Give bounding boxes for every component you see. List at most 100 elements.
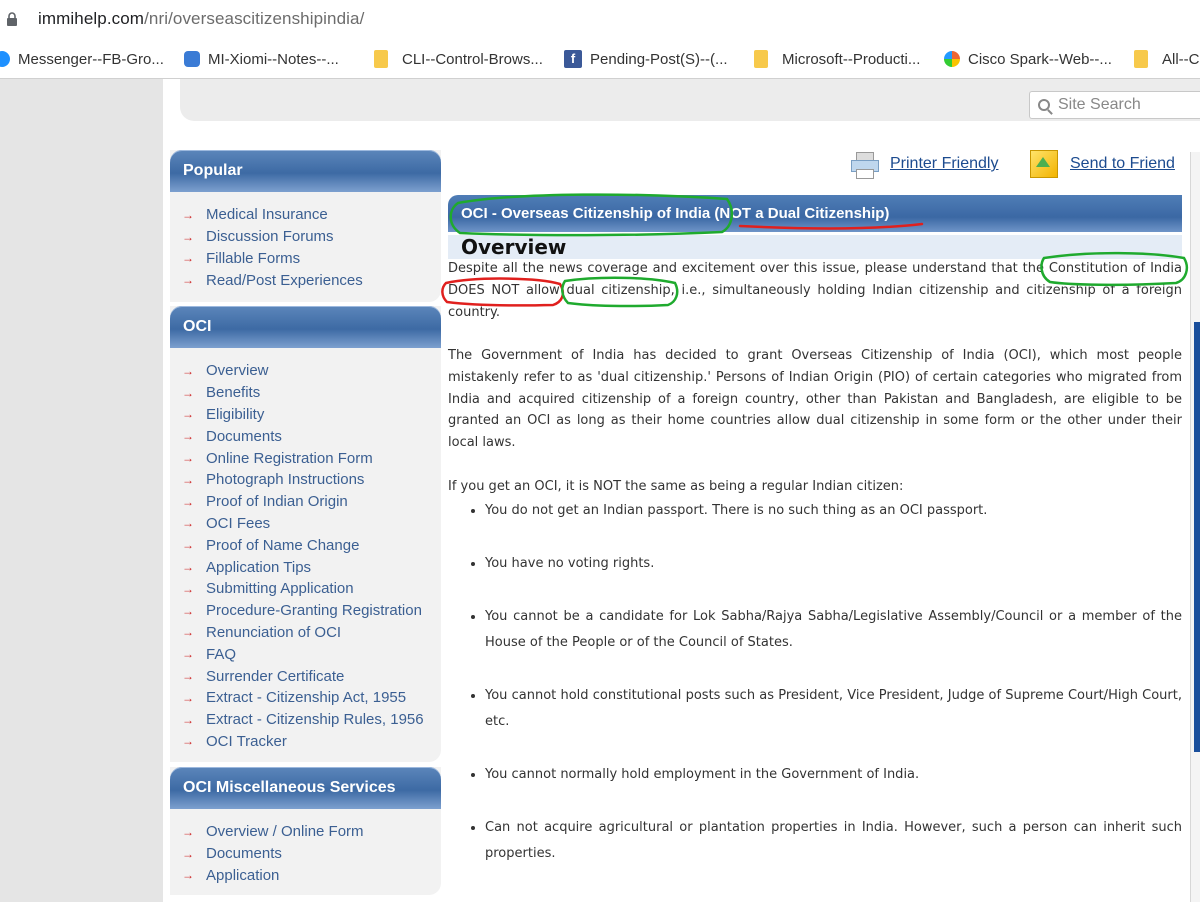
arrow-icon: → (182, 690, 194, 705)
sidebar-item-faq[interactable]: → FAQ (170, 643, 441, 665)
site-search-input[interactable]: Site Search (1029, 91, 1200, 119)
sidebar-item-online-registration-form[interactable]: → Online Registration Form (170, 447, 441, 469)
p1-text: Despite all the news coverage and excite… (448, 261, 1044, 276)
bookmark-all[interactable]: All--C (1134, 40, 1200, 78)
sidebar-item-label: Overview / Online Form (206, 823, 364, 841)
list-item: You cannot normally hold employment in t… (485, 762, 1182, 788)
sidebar-item-benefits[interactable]: → Benefits (170, 382, 441, 404)
sidebar-item-label: Submitting Application (206, 580, 354, 598)
sidebar-item-label: Proof of Name Change (206, 536, 360, 554)
sidebar-item-label: Eligibility (206, 405, 265, 423)
sidebar-item-label: Discussion Forums (206, 228, 334, 246)
arrow-icon: → (182, 207, 194, 222)
sidebar-item-procedure-granting-registration[interactable]: → Procedure-Granting Registration (170, 600, 441, 622)
sidebar-item-fillable-forms[interactable]: → Fillable Forms (170, 248, 441, 270)
sidebar-item-misc-overview-online-form[interactable]: → Overview / Online Form (170, 821, 441, 843)
facebook-icon: f (564, 50, 582, 68)
arrow-icon: → (182, 734, 194, 749)
sidebar-item-surrender-certificate[interactable]: → Surrender Certificate (170, 665, 441, 687)
arrow-icon: → (182, 273, 194, 288)
arrow-icon: → (182, 868, 194, 883)
sidebar-item-label: Online Registration Form (206, 449, 373, 467)
send-to-friend-link[interactable]: Send to Friend (1030, 150, 1175, 178)
url-host: immihelp.com (38, 9, 145, 28)
sidebar-item-misc-application[interactable]: → Application (170, 865, 441, 887)
sidebar-item-application-tips[interactable]: → Application Tips (170, 556, 441, 578)
list-item: You do not get an Indian passport. There… (485, 498, 1182, 524)
url-path: /nri/overseascitizenshipindia/ (144, 9, 365, 28)
arrow-icon: → (182, 824, 194, 839)
sidebar-item-label: Documents (206, 845, 282, 863)
lock-icon (7, 12, 17, 26)
bookmark-messenger[interactable]: Messenger--FB-Gro... (0, 40, 164, 78)
messenger-icon (0, 51, 10, 67)
bookmark-cisco-spark[interactable]: Cisco Spark--Web--... (944, 40, 1112, 78)
sidebar-item-label: OCI Tracker (206, 732, 287, 750)
sidebar-item-label: Renunciation of OCI (206, 623, 342, 641)
bookmark-label: Pending-Post(S)--(... (590, 50, 728, 68)
right-edge-accent (1194, 322, 1200, 752)
sidebar-item-photograph-instructions[interactable]: → Photograph Instructions (170, 469, 441, 491)
sidebar-item-label: FAQ (206, 645, 237, 663)
sidebar-item-oci-tracker[interactable]: → OCI Tracker (170, 731, 441, 753)
arrow-icon: → (182, 363, 194, 378)
send-to-friend-label: Send to Friend (1070, 155, 1175, 172)
arrow-icon: → (182, 472, 194, 487)
bookmark-cli[interactable]: CLI--Control-Brows... (374, 40, 543, 78)
bookmark-label: Messenger--FB-Gro... (18, 50, 164, 68)
bookmark-label: MI-Xiomi--Notes--... (208, 50, 339, 68)
article-title-note: (NOT a Dual Citizenship) (714, 205, 890, 222)
url-text[interactable]: immihelp.com/nri/overseascitizenshipindi… (38, 9, 364, 29)
arrow-icon: → (182, 581, 194, 596)
sidebar-item-label: Surrender Certificate (206, 667, 345, 685)
folder-icon (754, 50, 768, 68)
article-title: OCI - Overseas Citizenship of India (461, 205, 711, 222)
printer-icon (850, 150, 879, 179)
overview-heading: Overview (461, 235, 567, 259)
sidebar-item-documents[interactable]: → Documents (170, 425, 441, 447)
list-item: You cannot be a candidate for Lok Sabha/… (485, 604, 1182, 656)
bookmark-label: CLI--Control-Brows... (402, 50, 543, 68)
bookmark-microsoft[interactable]: Microsoft--Producti... (754, 40, 920, 78)
article-title-bar: OCI - Overseas Citizenship of India (NOT… (448, 195, 1182, 232)
page-left-margin (0, 79, 163, 902)
sidebar-item-extract-citizenship-act[interactable]: → Extract - Citizenship Act, 1955 (170, 687, 441, 709)
bookmark-pending-post[interactable]: f Pending-Post(S)--(... (564, 40, 728, 78)
sidebar-item-label: Medical Insurance (206, 206, 328, 224)
p1-constitution: Constitution of India (1048, 261, 1182, 276)
send-to-friend-icon (1030, 150, 1058, 178)
sidebar-item-label: Application Tips (206, 558, 312, 576)
sidebar-item-overview[interactable]: → Overview (170, 360, 441, 382)
bookmark-label: All--C (1162, 50, 1200, 68)
arrow-icon: → (182, 516, 194, 531)
overview-heading-bar: Overview (448, 235, 1182, 259)
sidebar-item-submitting-application[interactable]: → Submitting Application (170, 578, 441, 600)
sidebar-item-read-post-experiences[interactable]: → Read/Post Experiences (170, 269, 441, 291)
search-icon (1038, 99, 1050, 111)
arrow-icon: → (182, 407, 194, 422)
sidebar-item-extract-citizenship-rules[interactable]: → Extract - Citizenship Rules, 1956 (170, 709, 441, 731)
search-placeholder: Site Search (1058, 96, 1141, 113)
sidebar-item-label: Photograph Instructions (206, 471, 365, 489)
sidebar-item-label: Documents (206, 427, 282, 445)
sidebar-item-label: Procedure-Granting Registration (206, 602, 422, 620)
sidebar-item-proof-of-name-change[interactable]: → Proof of Name Change (170, 534, 441, 556)
bookmark-mi-notes[interactable]: MI-Xiomi--Notes--... (184, 40, 339, 78)
cloud-icon (184, 51, 200, 67)
sidebar-item-eligibility[interactable]: → Eligibility (170, 404, 441, 426)
list-item: Can not acquire agricultural or plantati… (485, 815, 1182, 867)
sidebar-item-medical-insurance[interactable]: → Medical Insurance (170, 204, 441, 226)
sidebar-item-renunciation-of-oci[interactable]: → Renunciation of OCI (170, 622, 441, 644)
arrow-icon: → (182, 560, 194, 575)
bookmark-label: Microsoft--Producti... (782, 50, 921, 68)
sidebar-item-proof-of-indian-origin[interactable]: → Proof of Indian Origin (170, 491, 441, 513)
sidebar-item-discussion-forums[interactable]: → Discussion Forums (170, 226, 441, 248)
arrow-icon: → (182, 647, 194, 662)
printer-friendly-link[interactable]: Printer Friendly (850, 150, 998, 179)
p3-text: If you get an OCI, it is NOT the same as… (448, 479, 904, 494)
sidebar-item-oci-fees[interactable]: → OCI Fees (170, 513, 441, 535)
sidebar-item-misc-documents[interactable]: → Documents (170, 843, 441, 865)
sidebar-oci-misc-panel: OCI Miscellaneous Services → Overview / O… (170, 767, 441, 895)
bookmarks-bar: Messenger--FB-Gro... MI-Xiomi--Notes--..… (0, 40, 1200, 79)
address-bar[interactable]: immihelp.com/nri/overseascitizenshipindi… (0, 0, 1200, 40)
